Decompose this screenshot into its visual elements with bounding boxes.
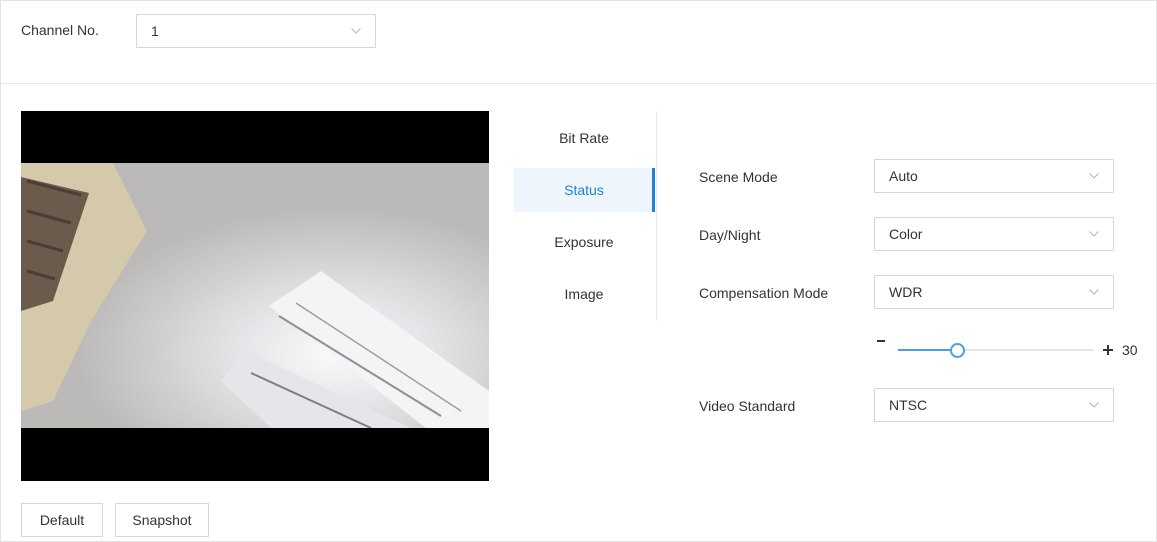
tab-status-label: Status xyxy=(564,182,604,198)
scene-mode-label: Scene Mode xyxy=(699,169,778,185)
scene-mode-select[interactable]: Auto xyxy=(874,159,1114,193)
channel-row: Channel No. 1 xyxy=(1,1,1156,84)
active-tab-indicator xyxy=(652,168,655,212)
chevron-down-icon xyxy=(351,28,361,34)
scene-mode-value: Auto xyxy=(889,168,918,184)
chevron-down-icon xyxy=(1089,402,1099,408)
chevron-down-icon xyxy=(1089,289,1099,295)
compensation-mode-value: WDR xyxy=(889,284,923,300)
chevron-down-icon xyxy=(1089,231,1099,237)
day-night-value: Color xyxy=(889,226,923,242)
wdr-slider-fill xyxy=(898,349,957,351)
video-standard-label: Video Standard xyxy=(699,398,796,414)
channel-label: Channel No. xyxy=(21,22,99,38)
day-night-label: Day/Night xyxy=(699,227,761,243)
settings-panel: Channel No. 1 Bit Rate Status Exposure I… xyxy=(0,0,1157,542)
tab-exposure-label: Exposure xyxy=(554,234,614,250)
wdr-slider[interactable] xyxy=(898,343,1094,358)
channel-select-value: 1 xyxy=(151,23,159,39)
wdr-value: 30 xyxy=(1122,342,1138,358)
compensation-mode-label: Compensation Mode xyxy=(699,285,829,301)
tab-exposure[interactable]: Exposure xyxy=(514,220,654,264)
day-night-select[interactable]: Color xyxy=(874,217,1114,251)
chevron-down-icon xyxy=(1089,173,1099,179)
tab-bit-rate[interactable]: Bit Rate xyxy=(514,116,654,160)
wdr-slider-handle[interactable] xyxy=(950,343,965,358)
plus-icon[interactable] xyxy=(1103,344,1115,356)
video-standard-select[interactable]: NTSC xyxy=(874,388,1114,422)
tab-bit-rate-label: Bit Rate xyxy=(559,130,609,146)
config-tabs: Bit Rate Status Exposure Image xyxy=(514,111,657,321)
default-button[interactable]: Default xyxy=(21,503,103,537)
video-standard-value: NTSC xyxy=(889,397,928,413)
compensation-mode-select[interactable]: WDR xyxy=(874,275,1114,309)
tab-status[interactable]: Status xyxy=(514,168,655,212)
video-preview xyxy=(21,111,489,481)
tab-image-label: Image xyxy=(564,286,604,302)
channel-select[interactable]: 1 xyxy=(136,14,376,48)
tab-image[interactable]: Image xyxy=(514,272,654,316)
minus-icon[interactable] xyxy=(877,340,885,342)
snapshot-button[interactable]: Snapshot xyxy=(115,503,209,537)
